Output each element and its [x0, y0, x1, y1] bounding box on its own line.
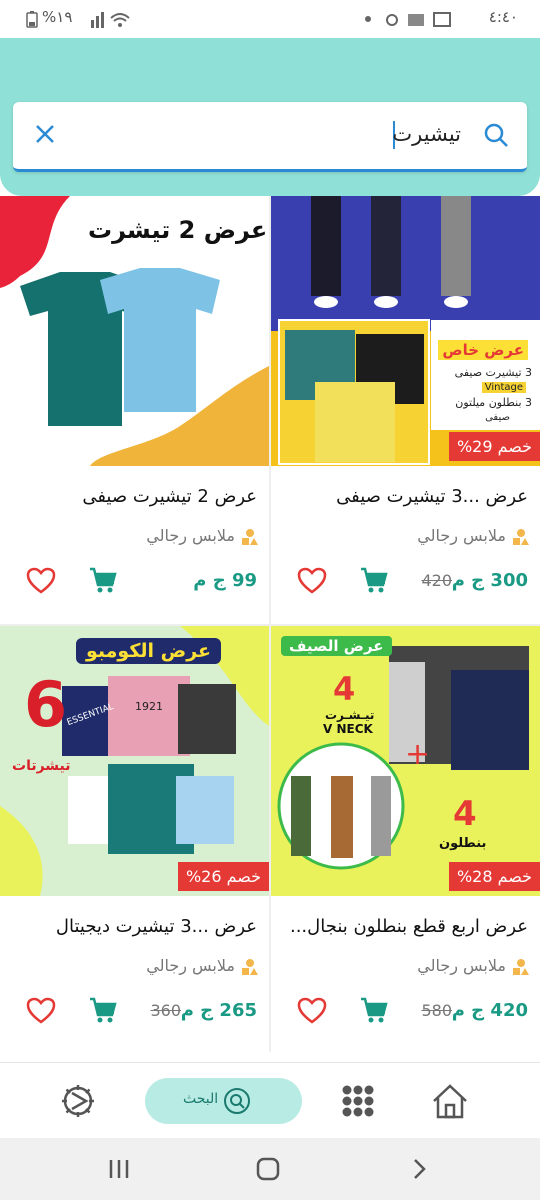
nav-search-tab[interactable]: البحث	[145, 1078, 302, 1124]
product-card[interactable]: + عرض الصيف 4 تيـشـرت V NECK 4 بنطلون خص…	[271, 626, 540, 1052]
notification-icons	[365, 12, 451, 27]
battery-level: %١٩	[42, 8, 73, 26]
card-divider	[269, 626, 271, 1052]
recent-apps-icon[interactable]	[104, 1154, 134, 1184]
heart-icon[interactable]	[26, 567, 56, 595]
card-divider	[269, 196, 271, 624]
svg-text:+: +	[405, 737, 430, 772]
search-icon[interactable]	[483, 122, 509, 148]
heart-icon[interactable]	[297, 997, 327, 1025]
clock: ٤:٤٠	[488, 8, 518, 26]
product-category: ملابس رجالي	[417, 526, 506, 545]
system-nav-bar	[0, 1138, 540, 1200]
product-card[interactable]: عرض خاص 3 تيشيرت صيفى Vintage 3 بنطلون م…	[271, 196, 540, 624]
product-title[interactable]: عرض ...3 تيشيرت ديجيتال	[56, 916, 257, 937]
row-divider	[0, 624, 540, 626]
banner-line: 3 بنطلون ميلتون	[455, 396, 532, 409]
banner-number: 6	[24, 668, 68, 741]
product-title[interactable]: عرض ...3 تيشيرت صيفى	[336, 486, 528, 507]
product-image[interactable]: عرض خاص 3 تيشيرت صيفى Vintage 3 بنطلون م…	[271, 196, 540, 466]
product-image[interactable]: عرض 2 تيشرت	[0, 196, 269, 466]
battery-icon	[26, 11, 38, 28]
close-icon[interactable]	[31, 120, 59, 148]
nav-search-label: البحث	[183, 1091, 219, 1107]
cart-icon[interactable]	[359, 996, 389, 1024]
category-icon	[242, 959, 258, 975]
banner-text: تيشرتات	[12, 758, 71, 774]
product-card[interactable]: عرض الكومبو 6 تيشرتات ESSENTIAL 1921 خصم…	[0, 626, 269, 1052]
discount-badge: خصم 29%	[448, 432, 540, 461]
shirt-print: 1921	[135, 700, 163, 713]
banner-text: تيـشـرت	[325, 708, 375, 722]
cart-icon[interactable]	[88, 566, 118, 594]
search-input[interactable]: تيشيرت	[392, 122, 461, 146]
banner-line: صيفى	[485, 412, 510, 423]
signal-wifi-icons	[91, 12, 130, 28]
product-category: ملابس رجالي	[146, 526, 235, 545]
product-price: 99 ج م	[193, 570, 257, 591]
home-icon[interactable]	[428, 1079, 472, 1123]
banner-number: 4	[453, 794, 477, 834]
banner-title: عرض الكومبو	[76, 638, 222, 664]
grid-menu-icon[interactable]	[336, 1079, 380, 1123]
product-card[interactable]: عرض 2 تيشرت عرض 2 تيشيرت صيفى ملابس رجال…	[0, 196, 269, 624]
product-category: ملابس رجالي	[146, 956, 235, 975]
banner-title: عرض الصيف	[281, 636, 392, 656]
banner-line: Vintage	[481, 382, 526, 393]
heart-icon[interactable]	[297, 567, 327, 595]
category-icon	[513, 959, 529, 975]
banner-line: 3 تيشيرت صيفى	[454, 366, 532, 379]
heart-icon[interactable]	[26, 997, 56, 1025]
product-category: ملابس رجالي	[417, 956, 506, 975]
banner-text: V NECK	[323, 722, 373, 736]
banner-text: بنطلون	[439, 836, 487, 851]
category-icon	[242, 529, 258, 545]
settings-icon[interactable]	[56, 1079, 100, 1123]
product-old-price: 580	[421, 1001, 452, 1020]
banner-title: عرض خاص	[438, 340, 528, 360]
search-icon	[224, 1088, 250, 1114]
product-price: 420 ج م	[451, 1000, 528, 1021]
product-image[interactable]: عرض الكومبو 6 تيشرتات ESSENTIAL 1921	[0, 626, 269, 896]
cart-icon[interactable]	[88, 996, 118, 1024]
discount-badge: خصم 28%	[448, 862, 540, 891]
product-title[interactable]: عرض 2 تيشيرت صيفى	[82, 486, 257, 507]
product-price: 265 ج م	[180, 1000, 257, 1021]
banner-number: 4	[333, 670, 356, 708]
back-icon[interactable]	[404, 1154, 434, 1184]
status-bar: %١٩ ٤:٤٠	[0, 0, 540, 38]
product-title[interactable]: عرض اربع قطع بنطلون بنجال...	[290, 916, 528, 937]
category-icon	[513, 529, 529, 545]
discount-badge: خصم 26%	[177, 862, 269, 891]
bottom-nav: البحث	[0, 1062, 540, 1138]
product-old-price: 360	[150, 1001, 181, 1020]
search-bar[interactable]: تيشيرت	[13, 102, 527, 172]
product-image[interactable]: + عرض الصيف 4 تيـشـرت V NECK 4 بنطلون	[271, 626, 540, 896]
product-old-price: 420	[421, 571, 452, 590]
cart-icon[interactable]	[359, 566, 389, 594]
banner-title: عرض 2 تيشرت	[88, 216, 268, 244]
product-price: 300 ج م	[451, 570, 528, 591]
home-button-icon[interactable]	[253, 1154, 283, 1184]
